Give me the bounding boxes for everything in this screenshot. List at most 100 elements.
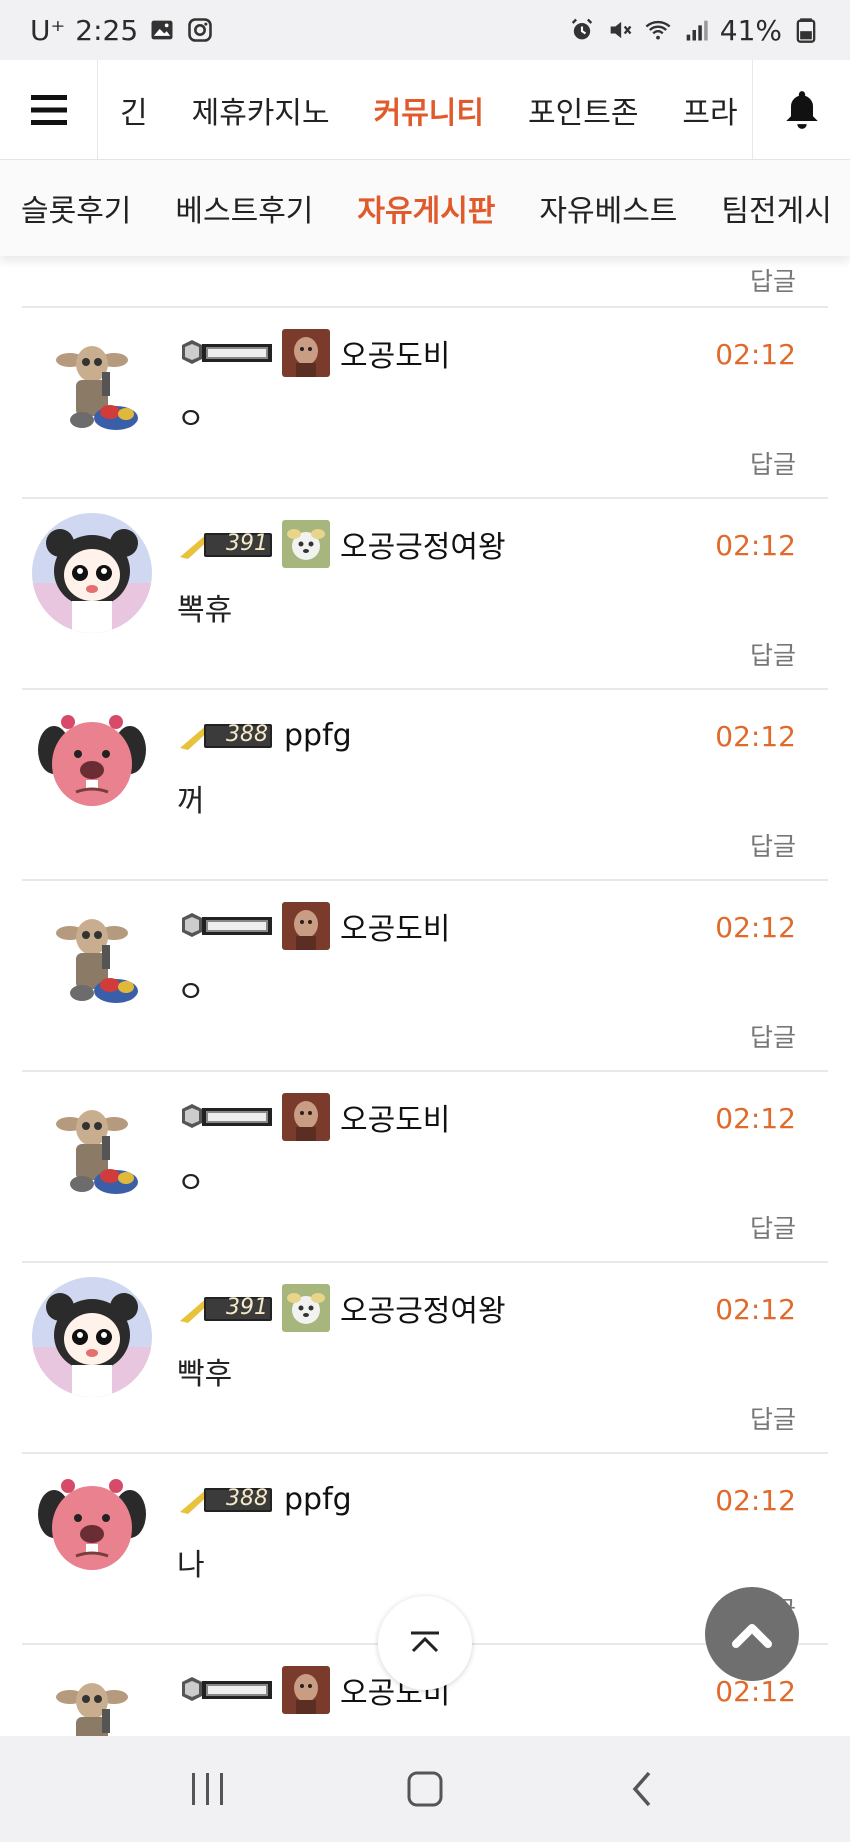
level-number: 391 — [226, 1295, 268, 1320]
scroll-up-fab[interactable] — [705, 1587, 799, 1681]
reply-button[interactable]: 답글 — [750, 636, 796, 672]
comment-time: 02:12 — [715, 911, 796, 944]
sub-nav-item[interactable]: 자유베스트 — [539, 186, 677, 230]
comment-item: 오공도비 02:12 ㅇ 답글 — [22, 308, 828, 499]
user-icon-image — [282, 902, 330, 950]
chevron-up-icon — [411, 1631, 439, 1653]
comment-item: 391 오공긍정여왕 02:12 뽁휴답글 — [22, 499, 828, 690]
comment-item: 오공도비 02:12 ㅇ 답글 — [22, 1072, 828, 1263]
comment-text: 나 — [177, 1548, 205, 1583]
level-badge: 388 — [178, 1482, 274, 1516]
username[interactable]: 오공도비 — [340, 1095, 450, 1139]
top-nav-item[interactable]: 긴 — [120, 88, 148, 132]
battery-percent: 41% — [719, 13, 782, 47]
scroll-top-button[interactable] — [378, 1596, 472, 1690]
level-badge: 391 — [178, 527, 274, 561]
clock: 2:25 — [75, 13, 139, 47]
sub-nav: 슬롯후기 베스트후기 자유게시판 자유베스트 팀전게시 — [0, 160, 850, 256]
recent-apps-button[interactable] — [168, 1749, 248, 1829]
reply-button[interactable]: 답글 — [750, 445, 796, 481]
avatar[interactable] — [32, 1468, 152, 1588]
comment-meta: 오공도비 — [178, 901, 450, 951]
avatar[interactable] — [32, 1277, 152, 1397]
user-icon-image — [282, 1093, 330, 1141]
reply-button[interactable]: 답글 — [750, 1209, 796, 1245]
user-icon-image — [282, 1666, 330, 1714]
status-left: U⁺ 2:25 — [30, 14, 214, 47]
comment-list: 답글 오공도비 02:12 ㅇ 답글 391 오공긍정여왕 02:12 뽁휴 답글 388 ppfg… — [22, 256, 828, 1736]
sub-nav-item[interactable]: 팀전게시 — [721, 186, 831, 230]
top-nav-item[interactable]: 포인트존 — [528, 88, 638, 132]
instagram-icon — [186, 16, 214, 44]
sub-nav-item[interactable]: 슬롯후기 — [21, 186, 131, 230]
level-number: 388 — [226, 1486, 268, 1511]
comment-item: 388 ppfg 02:12 꺼답글 — [22, 690, 828, 881]
top-nav-item[interactable]: 제휴카지노 — [192, 88, 330, 132]
comment-meta: 388 ppfg — [178, 1474, 352, 1524]
avatar[interactable] — [32, 1086, 152, 1206]
back-icon — [632, 1771, 650, 1807]
comment-item: 391 오공긍정여왕 02:12 빡후답글 — [22, 1263, 828, 1454]
avatar[interactable] — [32, 513, 152, 633]
carrier-label: U⁺ — [30, 13, 66, 47]
menu-button[interactable] — [0, 60, 98, 159]
reply-button[interactable]: 답글 — [750, 827, 796, 863]
username[interactable]: 오공긍정여왕 — [340, 1286, 506, 1330]
level-number: 388 — [226, 722, 268, 747]
notification-button[interactable] — [752, 60, 850, 159]
level-badge: 388 — [178, 718, 274, 752]
avatar[interactable] — [32, 895, 152, 1015]
username[interactable]: 오공긍정여왕 — [340, 522, 506, 566]
comment-time: 02:12 — [715, 529, 796, 562]
level-badge — [178, 909, 274, 943]
comment-meta: 391 오공긍정여왕 — [178, 1283, 506, 1333]
username[interactable]: 오공도비 — [340, 904, 450, 948]
comment-meta: 391 오공긍정여왕 — [178, 519, 506, 569]
top-nav: 긴 제휴카지노 커뮤니티 포인트존 프라 — [0, 60, 850, 160]
comment-text: 꺼 — [177, 784, 205, 819]
reply-button[interactable]: 답글 — [750, 1400, 796, 1436]
avatar[interactable] — [32, 322, 152, 442]
home-button[interactable] — [385, 1749, 465, 1829]
avatar[interactable] — [32, 1659, 152, 1736]
top-nav-item[interactable]: 프라 — [682, 88, 737, 132]
comment-text: 뽁휴 — [177, 593, 233, 628]
level-badge — [178, 1100, 274, 1134]
sub-nav-item[interactable]: 베스트후기 — [175, 186, 313, 230]
hamburger-icon — [30, 94, 67, 125]
comment-meta: 오공도비 — [178, 1092, 450, 1142]
username[interactable]: ppfg — [284, 718, 352, 753]
username[interactable]: 오공도비 — [340, 331, 450, 375]
back-button[interactable] — [602, 1749, 682, 1829]
avatar[interactable] — [32, 704, 152, 824]
comment-text: ㅇ — [177, 975, 205, 1010]
signal-icon — [682, 16, 710, 44]
home-icon — [407, 1771, 443, 1807]
comment-meta: 388 ppfg — [178, 710, 352, 760]
comment-time: 02:12 — [715, 1102, 796, 1135]
reply-button[interactable]: 답글 — [750, 1018, 796, 1054]
gallery-icon — [148, 16, 176, 44]
comment-item: 오공도비 02:12 ㅇ 답글 — [22, 881, 828, 1072]
level-badge — [178, 1673, 274, 1707]
top-nav-item[interactable]: 커뮤니티 — [374, 88, 484, 132]
comment-meta: 오공도비 — [178, 328, 450, 378]
status-right: 41% — [568, 14, 820, 47]
username[interactable]: ppfg — [284, 1482, 352, 1517]
comment-time: 02:12 — [715, 1484, 796, 1517]
comment-time: 02:12 — [715, 1293, 796, 1326]
bell-icon — [785, 90, 818, 129]
wifi-icon — [644, 16, 672, 44]
reply-button[interactable]: 답글 — [750, 262, 796, 298]
comment-text: ㅇ — [177, 402, 205, 437]
level-number: 391 — [226, 531, 268, 556]
comment-time: 02:12 — [715, 720, 796, 753]
comment-text: 빡후 — [177, 1357, 233, 1392]
battery-icon — [792, 16, 820, 44]
alarm-icon — [568, 16, 596, 44]
mute-icon — [606, 16, 634, 44]
sub-nav-item[interactable]: 자유게시판 — [357, 186, 495, 230]
top-nav-items: 긴 제휴카지노 커뮤니티 포인트존 프라 — [98, 60, 752, 159]
level-badge: 391 — [178, 1291, 274, 1325]
user-icon-image — [282, 1284, 330, 1332]
